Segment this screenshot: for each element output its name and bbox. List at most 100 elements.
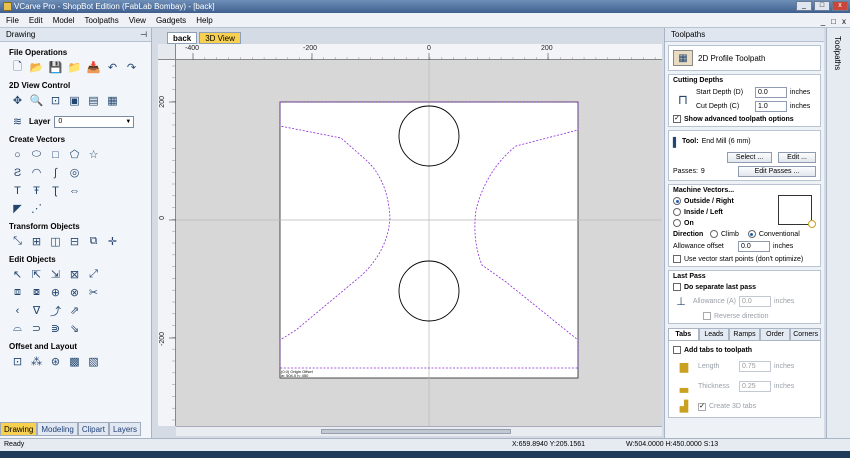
nesting-icon[interactable]: ▩ [67, 354, 82, 369]
polyline-icon[interactable]: Ƨ [10, 165, 25, 180]
smooth-icon[interactable]: ⌓ [10, 321, 25, 336]
close-vector-icon[interactable]: ⊃ [29, 321, 44, 336]
curve-icon[interactable]: ∫ [48, 165, 63, 180]
tab-modeling[interactable]: Modeling [37, 422, 78, 436]
menu-toolpaths[interactable]: Toolpaths [84, 13, 118, 27]
close-button[interactable]: x [832, 1, 848, 11]
save-icon[interactable]: 💾 [48, 60, 63, 75]
tab-thickness-input[interactable]: 0.25 [739, 381, 771, 392]
measure-icon[interactable]: ⤢ [86, 267, 101, 282]
fillet-icon[interactable]: ‹ [10, 303, 25, 318]
tab-length-input[interactable]: 0.75 [739, 361, 771, 372]
toolpaths-side-tab[interactable]: Toolpaths [826, 28, 850, 438]
offset-icon[interactable]: ⊡ [10, 354, 25, 369]
redo-icon[interactable]: ↷ [124, 60, 139, 75]
allowance-offset-input[interactable]: 0.0 [738, 241, 770, 252]
cut-depth-input[interactable]: 1.0 [755, 101, 787, 112]
maximize-button[interactable]: □ [814, 1, 830, 11]
vector-start-points-checkbox[interactable] [673, 255, 681, 263]
pin-icon[interactable]: ⊣ [140, 28, 147, 42]
tab-order[interactable]: Order [759, 328, 791, 341]
import-icon[interactable]: 📥 [86, 60, 101, 75]
rectangle-icon[interactable]: □ [48, 147, 63, 162]
advanced-options-checkbox[interactable]: ✓ [673, 115, 681, 123]
edit-tool-button[interactable]: Edit ... [778, 152, 816, 163]
separate-last-pass-checkbox[interactable] [673, 283, 681, 291]
doc-restore-button[interactable]: □ [831, 14, 836, 29]
node-edit-icon[interactable]: ◤ [10, 201, 25, 216]
outside-right-radio[interactable] [673, 197, 681, 205]
join-icon[interactable]: ⊕ [48, 285, 63, 300]
tab-back[interactable]: back [167, 32, 198, 44]
menu-edit[interactable]: Edit [29, 13, 43, 27]
menu-view[interactable]: View [129, 13, 146, 27]
interactive-trim-icon[interactable]: ⊠ [67, 267, 82, 282]
open-file-icon[interactable]: 📂 [29, 60, 44, 75]
ellipse-icon[interactable]: ⬭ [29, 147, 44, 162]
tab-clipart[interactable]: Clipart [77, 422, 109, 436]
star-icon[interactable]: ☆ [86, 147, 101, 162]
drawing-canvas[interactable]: (0.0) Origin Offset w: 504.0 h: 450 [176, 60, 662, 426]
align-icon[interactable]: ⊞ [29, 234, 44, 249]
transform-mode-icon[interactable]: ⇲ [48, 267, 63, 282]
tab-tabs[interactable]: Tabs [668, 328, 699, 341]
tab-3d-view[interactable]: 3D View [199, 32, 241, 44]
new-file-icon[interactable]: 🗋 [10, 60, 25, 75]
doc-close-button[interactable]: x [842, 14, 846, 29]
join-vectors-icon[interactable]: ⋑ [48, 321, 63, 336]
dimension-icon[interactable]: ⇔ [67, 183, 82, 198]
array-copy-icon[interactable]: ⁂ [29, 354, 44, 369]
size-icon[interactable]: ⧉ [86, 234, 101, 249]
ungroup-icon[interactable]: ⧇ [29, 285, 44, 300]
zoom-box-icon[interactable]: ▣ [67, 93, 82, 108]
zoom-icon[interactable]: 🔍 [29, 93, 44, 108]
text-icon[interactable]: T [10, 183, 25, 198]
tab-drawing[interactable]: Drawing [0, 422, 38, 436]
tab-layers[interactable]: Layers [108, 422, 141, 436]
arc-icon[interactable]: ◠ [29, 165, 44, 180]
select-icon[interactable]: ↖ [10, 267, 25, 282]
start-depth-input[interactable]: 0.0 [755, 87, 787, 98]
minimize-button[interactable]: _ [796, 1, 812, 11]
spiral-icon[interactable]: ◎ [67, 165, 82, 180]
conventional-radio[interactable] [747, 230, 756, 238]
node-select-icon[interactable]: ⇱ [29, 267, 44, 282]
scale-icon[interactable]: ⊟ [67, 234, 82, 249]
menu-model[interactable]: Model [53, 13, 75, 27]
text-on-curve-icon[interactable]: Ʈ [48, 183, 63, 198]
tab-ramps[interactable]: Ramps [729, 328, 760, 341]
polygon-icon[interactable]: ⬠ [67, 147, 82, 162]
connect-icon[interactable]: ⋰ [29, 201, 44, 216]
edit-passes-button[interactable]: Edit Passes ... [737, 166, 816, 177]
undo-icon[interactable]: ↶ [105, 60, 120, 75]
layer-dropdown[interactable]: 0 ▼ [54, 115, 135, 128]
group-icon[interactable]: ⧈ [10, 285, 25, 300]
menu-file[interactable]: File [6, 13, 19, 27]
curve-fit-icon[interactable]: ⇘ [67, 321, 82, 336]
pan-icon[interactable]: ✥ [10, 93, 25, 108]
grid-icon[interactable]: ▦ [105, 93, 120, 108]
last-pass-allowance-input[interactable]: 0.0 [739, 296, 771, 307]
inside-left-radio[interactable] [673, 208, 681, 216]
center-icon[interactable]: ✛ [105, 234, 120, 249]
scrollbar-thumb[interactable] [321, 429, 511, 434]
add-tabs-checkbox[interactable] [673, 346, 681, 354]
menu-help[interactable]: Help [196, 13, 212, 27]
reverse-direction-checkbox[interactable] [703, 312, 711, 320]
material-icon[interactable]: ▤ [86, 93, 101, 108]
mirror-icon[interactable]: ◫ [48, 234, 63, 249]
tab-corners[interactable]: Corners [790, 328, 821, 341]
move-icon[interactable]: ⤡ [10, 234, 25, 249]
text-box-icon[interactable]: Ŧ [29, 183, 44, 198]
extend-icon[interactable]: ⤴ [48, 303, 63, 318]
trim-icon[interactable]: ⇗ [67, 303, 82, 318]
zoom-extents-icon[interactable]: ⊡ [48, 93, 63, 108]
create-3d-tabs-checkbox[interactable]: ✓ [698, 402, 706, 411]
folder-icon[interactable]: 📁 [67, 60, 82, 75]
doc-minimize-button[interactable]: _ [821, 14, 825, 29]
circular-array-icon[interactable]: ⊛ [48, 354, 63, 369]
weld-icon[interactable]: ⊗ [67, 285, 82, 300]
on-radio[interactable] [673, 219, 681, 227]
chamfer-icon[interactable]: ∇ [29, 303, 44, 318]
menu-gadgets[interactable]: Gadgets [156, 13, 186, 27]
